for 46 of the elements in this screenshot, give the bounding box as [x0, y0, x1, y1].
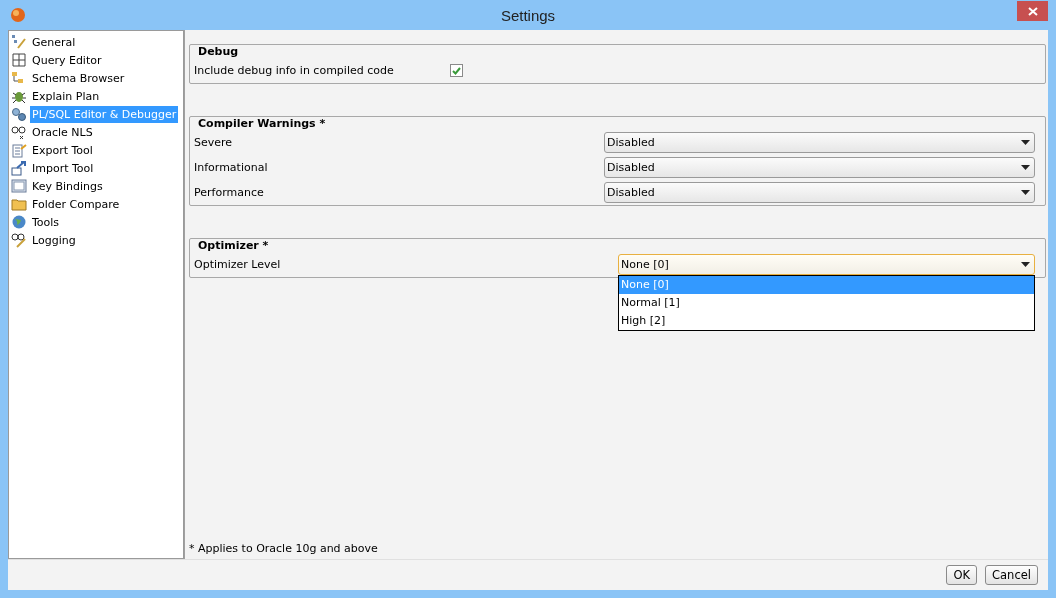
dropdown-option[interactable]: Normal [1] — [619, 294, 1034, 312]
field-label: Include debug info in compiled code — [194, 64, 394, 77]
grid-icon — [11, 52, 27, 68]
dropdown[interactable]: None [0] — [618, 254, 1035, 275]
dropdown[interactable]: Disabled — [604, 182, 1035, 203]
close-icon — [1027, 6, 1038, 16]
dropdown[interactable]: Disabled — [604, 132, 1035, 153]
dropdown[interactable]: Disabled — [604, 157, 1035, 178]
dialog-button[interactable]: Cancel — [985, 565, 1038, 585]
caret-icon — [1021, 262, 1030, 267]
sidebar-item[interactable]: Query Editor — [30, 51, 104, 69]
sidebar-item[interactable]: Logging — [30, 231, 78, 249]
glasses-icon — [11, 124, 27, 140]
section-title: Compiler Warnings * — [196, 117, 328, 130]
glasses-icon — [11, 232, 27, 248]
sidebar-item[interactable]: Import Tool — [30, 159, 96, 177]
sidebar-item[interactable]: General — [30, 33, 78, 51]
caret-icon — [1021, 140, 1030, 145]
field-label: Severe — [194, 136, 233, 149]
app-logo-icon — [10, 7, 26, 23]
dropdown-option[interactable]: High [2] — [619, 312, 1034, 330]
footnote-text: * Applies to Oracle 10g and above — [189, 541, 379, 555]
close-button[interactable] — [1017, 1, 1048, 21]
checkbox[interactable] — [450, 64, 463, 77]
sidebar-item[interactable]: Oracle NLS — [30, 123, 95, 141]
document-icon — [11, 142, 27, 158]
section-title: Debug — [196, 45, 241, 58]
circles-icon — [11, 106, 27, 122]
arrow-icon — [11, 160, 27, 176]
caret-icon — [1021, 165, 1030, 170]
field-label: Informational — [194, 161, 268, 174]
sidebar-item[interactable]: Explain Plan — [30, 87, 102, 105]
sidebar-item[interactable]: Tools — [30, 213, 62, 231]
folder-icon — [11, 196, 27, 212]
pencil-icon — [11, 34, 27, 50]
window-title: Settings — [500, 7, 556, 24]
sidebar-item[interactable]: Export Tool — [30, 141, 95, 159]
sidebar-item[interactable]: Schema Browser — [30, 69, 127, 87]
dialog-button[interactable]: OK — [946, 565, 978, 585]
sidebar-item[interactable]: Folder Compare — [30, 195, 122, 213]
section-title: Optimizer * — [196, 239, 271, 252]
caret-icon — [1021, 190, 1030, 195]
field-label: Optimizer Level — [194, 258, 281, 271]
sidebar-item[interactable]: Key Bindings — [30, 177, 105, 195]
field-label: Performance — [194, 186, 264, 199]
globe-icon — [11, 214, 27, 230]
